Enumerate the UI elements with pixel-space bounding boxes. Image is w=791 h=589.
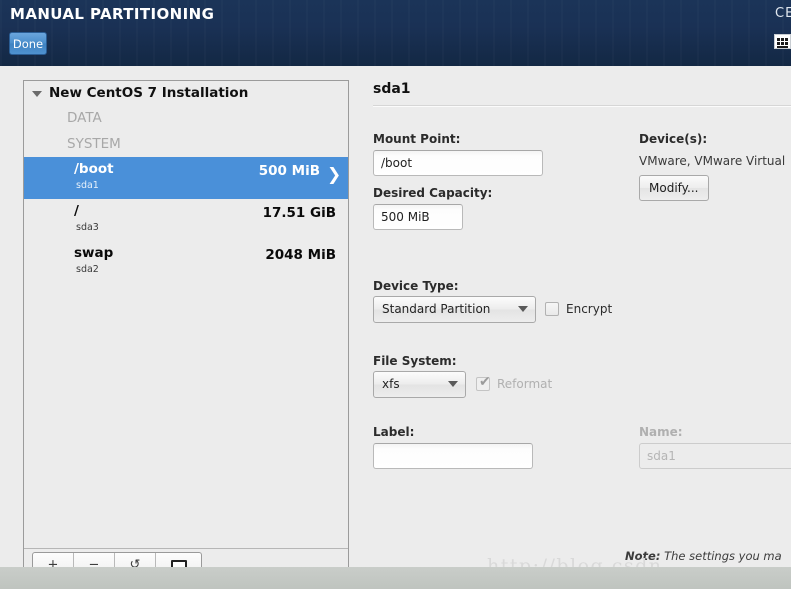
note-text: The settings you ma — [660, 549, 782, 563]
partition-size: 17.51 GiB — [262, 205, 336, 221]
device-type-value: Standard Partition — [382, 302, 491, 316]
page-title: MANUAL PARTITIONING — [10, 5, 215, 23]
devices-value: VMware, VMware Virtual — [639, 154, 786, 168]
device-type-label: Device Type: — [373, 279, 459, 293]
keyboard-icon[interactable] — [774, 34, 791, 49]
encrypt-checkbox[interactable]: Encrypt — [545, 302, 612, 316]
chevron-down-icon[interactable] — [32, 91, 42, 97]
reformat-label: Reformat — [497, 377, 553, 391]
table-row[interactable]: / sda3 17.51 GiB — [24, 199, 348, 241]
section-label-system: SYSTEM — [67, 136, 121, 152]
file-system-value: xfs — [382, 377, 400, 391]
detail-title: sda1 — [373, 81, 411, 97]
partition-size: 500 MiB — [258, 163, 320, 179]
note-prefix: Note: — [625, 549, 661, 563]
checkbox-box — [545, 302, 559, 316]
main-content: New CentOS 7 Installation DATA SYSTEM /b… — [0, 66, 791, 589]
name-field-label: Name: — [639, 425, 683, 439]
label-field-label: Label: — [373, 425, 415, 439]
file-system-select[interactable]: xfs — [373, 371, 466, 398]
section-label-data: DATA — [67, 110, 102, 126]
bottom-band — [0, 567, 791, 589]
partition-device: sda1 — [76, 180, 99, 191]
reformat-checkbox: ✔ Reformat — [476, 374, 553, 391]
partition-device: sda3 — [76, 222, 99, 233]
installer-header: MANUAL PARTITIONING Done CE — [0, 0, 791, 66]
file-system-label: File System: — [373, 354, 457, 368]
partition-group-header[interactable]: New CentOS 7 Installation — [24, 81, 348, 105]
installation-label: CE — [775, 6, 791, 21]
desired-capacity-label: Desired Capacity: — [373, 186, 493, 200]
name-input — [639, 443, 791, 469]
chevron-right-icon[interactable]: ❯ — [327, 167, 341, 184]
partition-list-pane: New CentOS 7 Installation DATA SYSTEM /b… — [23, 80, 349, 574]
partition-mountpoint: / — [74, 203, 79, 219]
modify-button[interactable]: Modify... — [639, 175, 709, 201]
table-row[interactable]: swap sda2 2048 MiB — [24, 241, 348, 283]
checkmark-icon: ✔ — [479, 374, 491, 390]
encrypt-label: Encrypt — [566, 302, 613, 316]
partition-scroll-area[interactable]: New CentOS 7 Installation DATA SYSTEM /b… — [24, 81, 348, 283]
partition-size: 2048 MiB — [265, 247, 336, 263]
chevron-down-icon — [448, 381, 458, 387]
partition-mountpoint: swap — [74, 245, 114, 261]
partition-mountpoint: /boot — [74, 161, 114, 177]
desired-capacity-input[interactable] — [373, 204, 463, 230]
partition-detail-pane: sda1 Mount Point: Desired Capacity: Devi… — [365, 74, 791, 584]
checkbox-box: ✔ — [476, 374, 491, 391]
table-row[interactable]: /boot sda1 500 MiB ❯ — [24, 157, 348, 199]
chevron-down-icon — [518, 306, 528, 312]
detail-divider — [373, 105, 791, 107]
mount-point-label: Mount Point: — [373, 132, 461, 146]
devices-label: Device(s): — [639, 132, 708, 146]
partition-group-title: New CentOS 7 Installation — [49, 85, 249, 101]
done-button[interactable]: Done — [9, 32, 47, 55]
partition-device: sda2 — [76, 264, 99, 275]
device-type-select[interactable]: Standard Partition — [373, 296, 536, 323]
mount-point-input[interactable] — [373, 150, 543, 176]
label-input[interactable] — [373, 443, 533, 469]
